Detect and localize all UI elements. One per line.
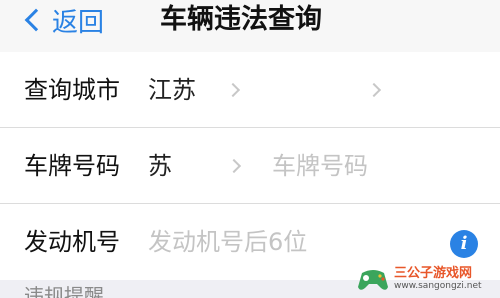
- engine-label: 发动机号: [24, 228, 120, 256]
- back-label: 返回: [52, 7, 105, 38]
- watermark-name: 三公子游戏网: [394, 266, 473, 281]
- navigation-bar: 返回 车辆违法查询: [0, 0, 500, 52]
- city-row[interactable]: 查询城市 江苏: [0, 52, 500, 128]
- watermark: 三公子游戏网 www.sangongzi.net: [356, 263, 494, 295]
- plate-label: 车牌号码: [24, 152, 120, 180]
- engine-number-input[interactable]: 发动机号后6位: [148, 204, 307, 280]
- city-label: 查询城市: [24, 76, 120, 104]
- back-button[interactable]: 返回: [22, 2, 104, 38]
- gamepad-logo-icon: [358, 270, 388, 290]
- chevron-left-icon: [24, 8, 48, 32]
- chevron-right-icon: [366, 82, 382, 98]
- plate-row: 车牌号码 苏 车牌号码: [0, 128, 500, 204]
- chevron-right-icon: [225, 82, 241, 98]
- info-icon[interactable]: i: [450, 230, 478, 258]
- chevron-right-icon: [226, 158, 242, 174]
- watermark-url: www.sangongzi.net: [394, 281, 482, 291]
- plate-number-input[interactable]: 车牌号码: [272, 128, 368, 204]
- page-title: 车辆违法查询: [160, 4, 322, 35]
- city-value[interactable]: 江苏: [148, 52, 196, 128]
- plate-province-selector[interactable]: 苏: [148, 128, 172, 204]
- footer-section-title: 违规提醒: [24, 284, 104, 298]
